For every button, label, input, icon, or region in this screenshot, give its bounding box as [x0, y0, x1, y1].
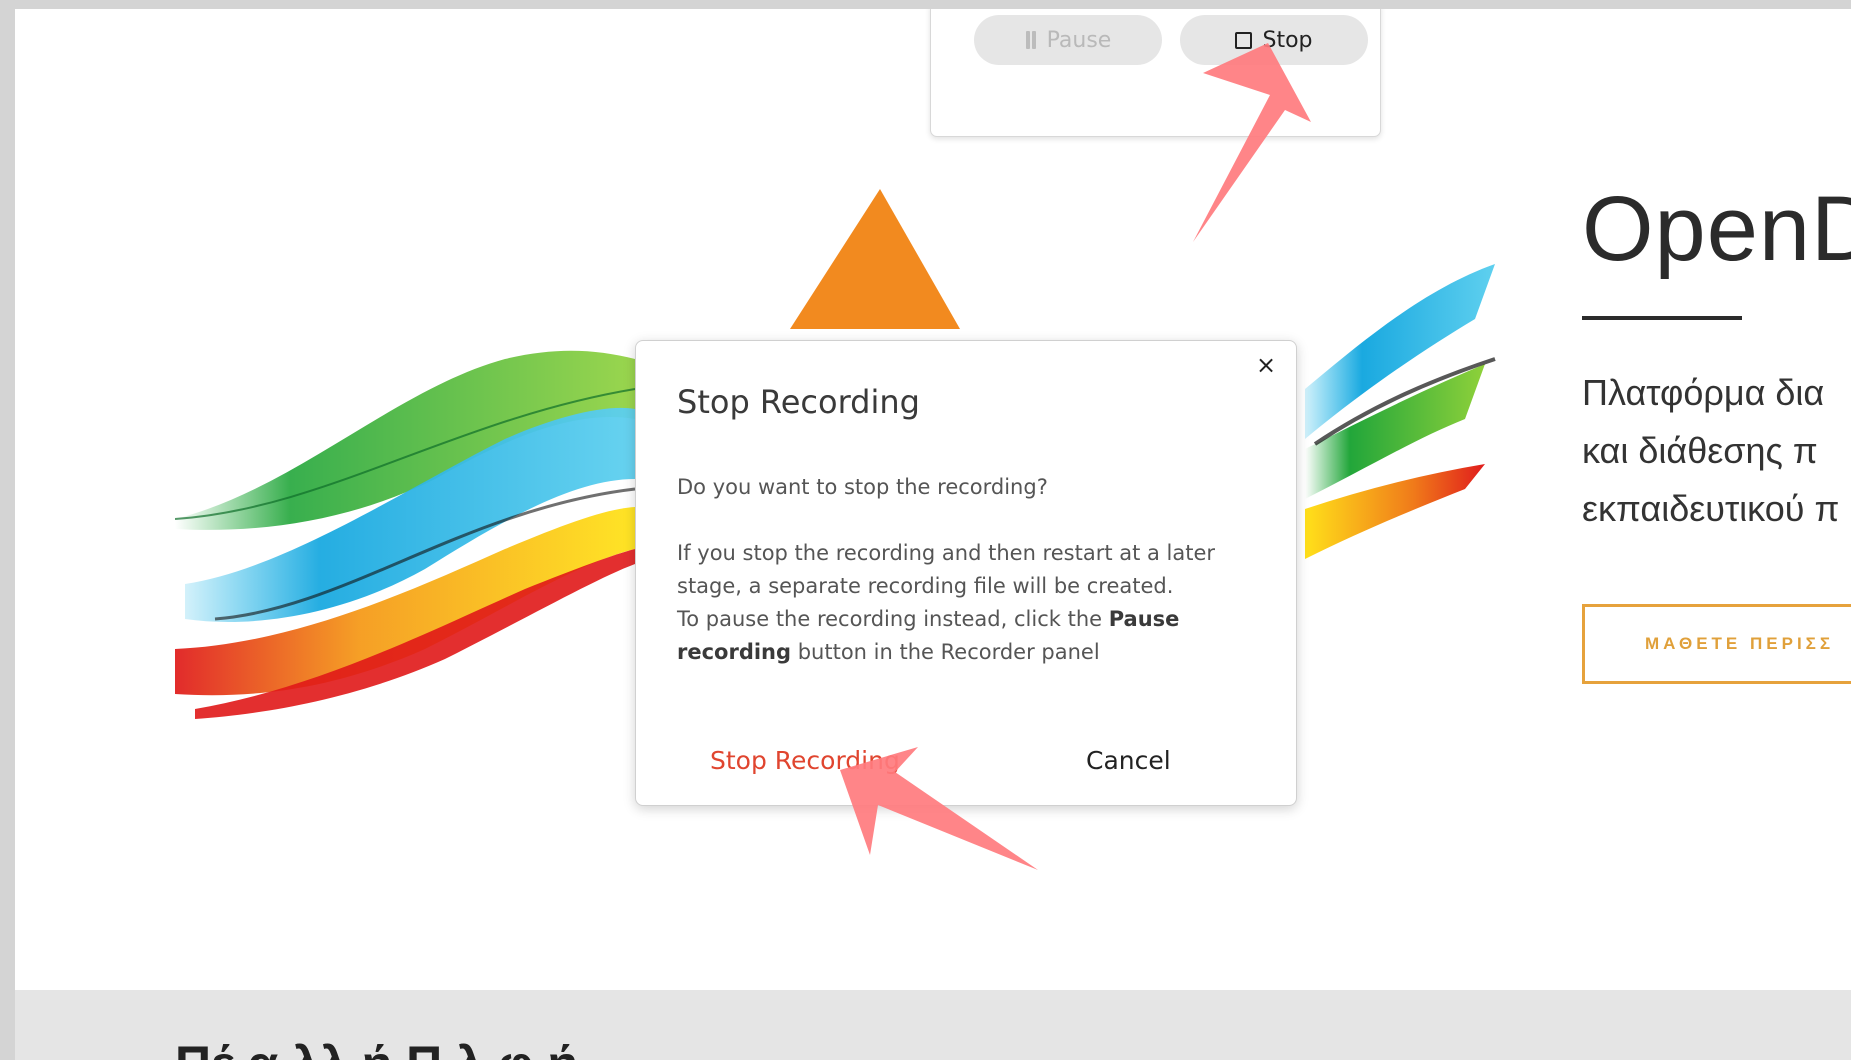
section-heading: Πέ α λλ ή Π λ φ ή — [175, 1035, 578, 1060]
dialog-paragraph-suffix: button in the Recorder panel — [791, 640, 1100, 664]
dialog-paragraph-prefix: To pause the recording instead, click th… — [677, 607, 1109, 631]
hero-title: OpenD — [1582, 178, 1851, 280]
dialog-question: Do you want to stop the recording? — [677, 475, 1048, 499]
pause-icon — [1025, 31, 1037, 49]
hero-description-line: και διάθεσης π — [1582, 430, 1818, 471]
recorder-pause-label: Pause — [1046, 27, 1112, 53]
dialog-paragraph: If you stop the recording and then resta… — [677, 541, 1216, 598]
web-page: Pause Stop OpenD Πλατφόρμα δια και διάθε… — [15, 9, 1851, 1060]
stop-recording-dialog: × Stop Recording Do you want to stop the… — [635, 340, 1297, 806]
recorder-stop-label: Stop — [1262, 27, 1313, 53]
hero-description: Πλατφόρμα δια και διάθεσης π εκπαιδευτικ… — [1582, 364, 1839, 538]
dialog-paragraph: To pause the recording instead, click th… — [677, 603, 1237, 669]
learn-more-button[interactable]: ΜΑΘΕΤΕ ΠΕΡΙΣΣ — [1582, 604, 1851, 684]
hero-description-line: Πλατφόρμα δια — [1582, 372, 1825, 413]
bottom-section: Πέ α λλ ή Π λ φ ή — [15, 990, 1851, 1060]
recorder-stop-button[interactable]: Stop — [1180, 15, 1368, 65]
recorder-pause-button[interactable]: Pause — [974, 15, 1162, 65]
screenshot-frame-top — [0, 0, 1851, 9]
cancel-button[interactable]: Cancel — [1086, 746, 1171, 775]
stop-recording-button[interactable]: Stop Recording — [710, 746, 900, 775]
close-icon[interactable]: × — [1250, 349, 1280, 379]
stop-icon — [1235, 31, 1253, 49]
hero-description-line: εκπαιδευτικού π — [1582, 488, 1840, 529]
hero-divider — [1582, 316, 1742, 320]
recorder-panel: Pause Stop — [930, 9, 1381, 137]
dialog-title: Stop Recording — [677, 383, 920, 421]
screenshot-frame-left — [0, 0, 15, 1060]
